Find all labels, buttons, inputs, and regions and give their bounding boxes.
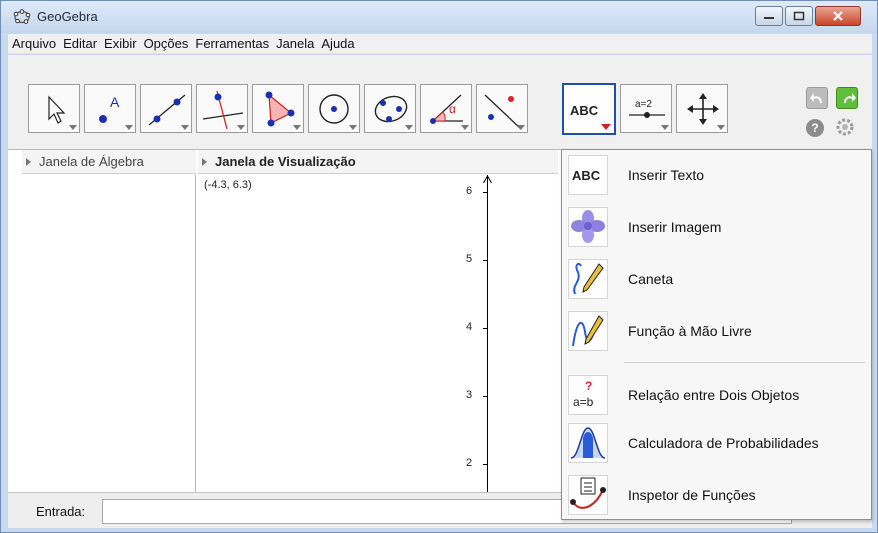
minimize-button[interactable]	[755, 6, 783, 26]
y-tick-label: 4	[466, 321, 473, 333]
undo-icon	[810, 93, 822, 103]
graphics-pane-title: Janela de Visualização	[215, 154, 356, 169]
menu-item-relacao[interactable]: ? a=b Relação entre Dois Objetos	[562, 370, 871, 422]
menu-janela[interactable]: Janela	[276, 36, 314, 51]
y-tick	[483, 464, 487, 465]
menu-item-caneta[interactable]: Caneta	[562, 254, 871, 306]
menu-ajuda[interactable]: Ajuda	[321, 36, 354, 51]
perpendicular-tool-button[interactable]	[196, 84, 248, 133]
menu-ferramentas[interactable]: Ferramentas	[195, 36, 269, 51]
point-tool-button[interactable]: A	[84, 84, 136, 133]
close-icon	[833, 11, 843, 21]
dropdown-divider	[624, 362, 865, 363]
angle-tool-button[interactable]: α	[420, 84, 472, 133]
move-view-tool-button[interactable]	[676, 84, 728, 133]
freehand-function-icon	[568, 311, 608, 351]
menu-opcoes[interactable]: Opções	[144, 36, 189, 51]
svg-text:?: ?	[585, 379, 592, 393]
y-tick	[483, 260, 487, 261]
pen-icon	[568, 259, 608, 299]
reflect-tool-button[interactable]	[476, 84, 528, 133]
minimize-icon	[764, 17, 774, 19]
svg-text:a=b: a=b	[573, 395, 594, 409]
menu-bar: Arquivo Editar Exibir Opções Ferramentas…	[8, 34, 872, 54]
menu-item-calculadora-probabilidades[interactable]: Calculadora de Probabilidades	[562, 418, 871, 470]
text-badge: ABC	[570, 103, 599, 118]
geogebra-logo-icon	[13, 9, 31, 24]
maximize-button[interactable]	[785, 6, 813, 26]
geogebra-window: GeoGebra Arquivo Editar Exibir Opções Fe…	[0, 0, 878, 533]
graphics-view[interactable]: (-4.3, 6.3) 6 5 4 3 2	[198, 175, 558, 493]
graphics-collapse-icon[interactable]	[202, 158, 207, 167]
algebra-view[interactable]	[22, 175, 196, 493]
dropdown-label: Inspetor de Funções	[628, 487, 756, 503]
y-tick	[483, 192, 487, 193]
menu-item-inserir-imagem[interactable]: Inserir Imagem	[562, 202, 871, 254]
menu-editar[interactable]: Editar	[63, 36, 97, 51]
y-tick-label: 2	[466, 457, 473, 469]
dropdown-label: Relação entre Dois Objetos	[628, 387, 800, 403]
point-badge: A	[110, 94, 120, 110]
dropdown-label: Inserir Texto	[628, 167, 704, 183]
slider-badge: a=2	[635, 99, 652, 110]
algebra-collapse-icon[interactable]	[26, 158, 31, 167]
graphics-pane-header[interactable]: Janela de Visualização	[198, 150, 558, 174]
conic-tool-button[interactable]	[364, 84, 416, 133]
dropdown-label: Inserir Imagem	[628, 219, 722, 235]
y-axis	[487, 175, 488, 493]
dropdown-label: Função à Mão Livre	[628, 323, 752, 339]
y-tick-label: 6	[466, 185, 473, 197]
menu-item-funcao-mao-livre[interactable]: Função à Mão Livre	[562, 306, 871, 358]
probability-calculator-icon	[568, 423, 608, 463]
menu-item-inserir-texto[interactable]: ABC Inserir Texto	[562, 150, 871, 202]
polygon-tool-button[interactable]	[252, 84, 304, 133]
help-icon[interactable]: ?	[806, 119, 824, 137]
window-title: GeoGebra	[37, 9, 98, 24]
text-icon: ABC	[568, 155, 608, 195]
algebra-pane-header[interactable]: Janela de Álgebra	[22, 150, 196, 174]
y-tick-label: 3	[466, 389, 473, 401]
close-button[interactable]	[815, 6, 861, 26]
svg-text:ABC: ABC	[572, 168, 601, 183]
slider-tool-button[interactable]: a=2	[620, 84, 672, 133]
redo-button[interactable]	[836, 87, 858, 109]
line-tool-button[interactable]	[140, 84, 192, 133]
y-tick	[483, 328, 487, 329]
algebra-pane-title: Janela de Álgebra	[39, 154, 144, 169]
image-icon	[568, 207, 608, 247]
maximize-icon	[793, 11, 805, 21]
input-label: Entrada:	[36, 504, 86, 519]
angle-badge: α	[449, 102, 456, 116]
menu-arquivo[interactable]: Arquivo	[12, 36, 56, 51]
menu-item-inspetor-funcoes[interactable]: Inspetor de Funções	[562, 470, 871, 522]
dropdown-label: Caneta	[628, 271, 674, 287]
text-tools-dropdown: ABC Inserir Texto Inserir Imagem Caneta …	[561, 149, 872, 520]
circle-tool-button[interactable]	[308, 84, 360, 133]
title-bar: GeoGebra	[1, 1, 877, 33]
gear-icon[interactable]	[835, 117, 855, 137]
menu-exibir[interactable]: Exibir	[104, 36, 137, 51]
function-inspector-icon	[568, 475, 608, 515]
undo-button[interactable]	[806, 87, 828, 109]
dropdown-label: Calculadora de Probabilidades	[628, 435, 819, 451]
redo-icon	[844, 93, 856, 103]
coordinate-readout: (-4.3, 6.3)	[204, 179, 252, 191]
text-tool-button[interactable]: ABC	[562, 83, 616, 135]
move-tool-button[interactable]	[28, 84, 80, 133]
relation-icon: ? a=b	[568, 375, 608, 415]
y-axis-arrow-icon	[483, 175, 492, 184]
toolbar: A α ABC a=2	[8, 55, 872, 149]
y-tick	[483, 396, 487, 397]
y-tick-label: 5	[466, 253, 473, 265]
